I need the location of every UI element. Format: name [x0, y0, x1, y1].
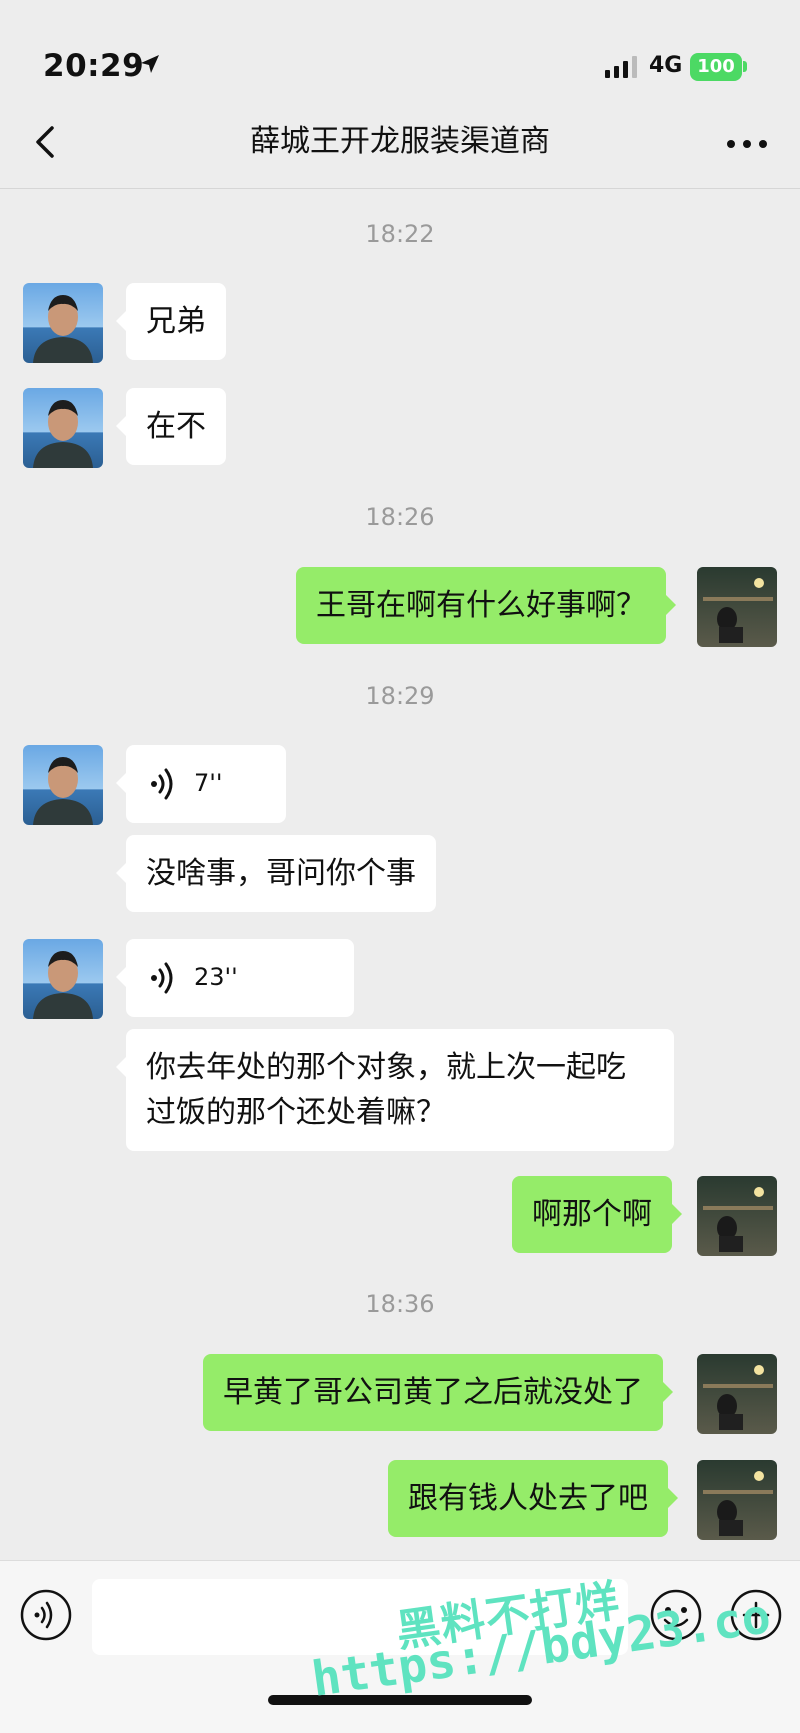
timestamp: 18:22 [365, 220, 435, 248]
message-bubble-incoming[interactable]: 兄弟 [116, 283, 226, 360]
contact-avatar[interactable] [23, 745, 103, 825]
more-options-icon[interactable] [722, 130, 772, 158]
cellular-signal-icon [605, 56, 637, 78]
status-time: 20:29 [43, 48, 145, 84]
voice-wave-icon [151, 962, 173, 994]
chat-title: 薛城王开龙服装渠道商 [250, 124, 550, 159]
message-bubble-incoming[interactable]: 你去年处的那个对象，就上次一起吃过饭的那个还处着嘛？ [116, 1029, 674, 1151]
battery-tip [743, 61, 747, 72]
location-arrow-icon [141, 55, 159, 73]
message-bubble-outgoing[interactable]: 跟有钱人处去了吧 [388, 1460, 678, 1537]
contact-avatar[interactable] [23, 283, 103, 363]
timestamp: 18:26 [365, 503, 435, 531]
message-bubble-outgoing[interactable]: 早黄了哥公司黄了之后就没处了 [203, 1354, 673, 1431]
self-avatar[interactable] [697, 1176, 777, 1256]
voice-duration: 7'' [194, 769, 223, 797]
message-bubble-outgoing[interactable]: 啊那个啊 [512, 1176, 682, 1253]
voice-message-bubble[interactable]: 23'' [116, 939, 354, 1017]
message-bubble-incoming[interactable]: 在不 [116, 388, 226, 465]
self-avatar[interactable] [697, 1460, 777, 1540]
contact-avatar[interactable] [23, 939, 103, 1019]
home-indicator [268, 1695, 532, 1705]
chat-header: 薛城王开龙服装渠道商 [0, 100, 800, 189]
timestamp: 18:36 [365, 1290, 435, 1318]
voice-input-icon[interactable] [20, 1589, 72, 1641]
network-type: 4G [649, 53, 683, 78]
self-avatar[interactable] [697, 567, 777, 647]
self-avatar[interactable] [697, 1354, 777, 1434]
voice-message-bubble[interactable]: 7'' [116, 745, 286, 823]
voice-wave-icon [151, 768, 173, 800]
message-bubble-incoming[interactable]: 没啥事，哥问你个事 [116, 835, 436, 912]
voice-duration: 23'' [194, 963, 238, 991]
contact-avatar[interactable] [23, 388, 103, 468]
battery-indicator: 100 [690, 53, 742, 81]
timestamp: 18:29 [365, 682, 435, 710]
message-bubble-outgoing[interactable]: 王哥在啊有什么好事啊？ [296, 567, 676, 644]
